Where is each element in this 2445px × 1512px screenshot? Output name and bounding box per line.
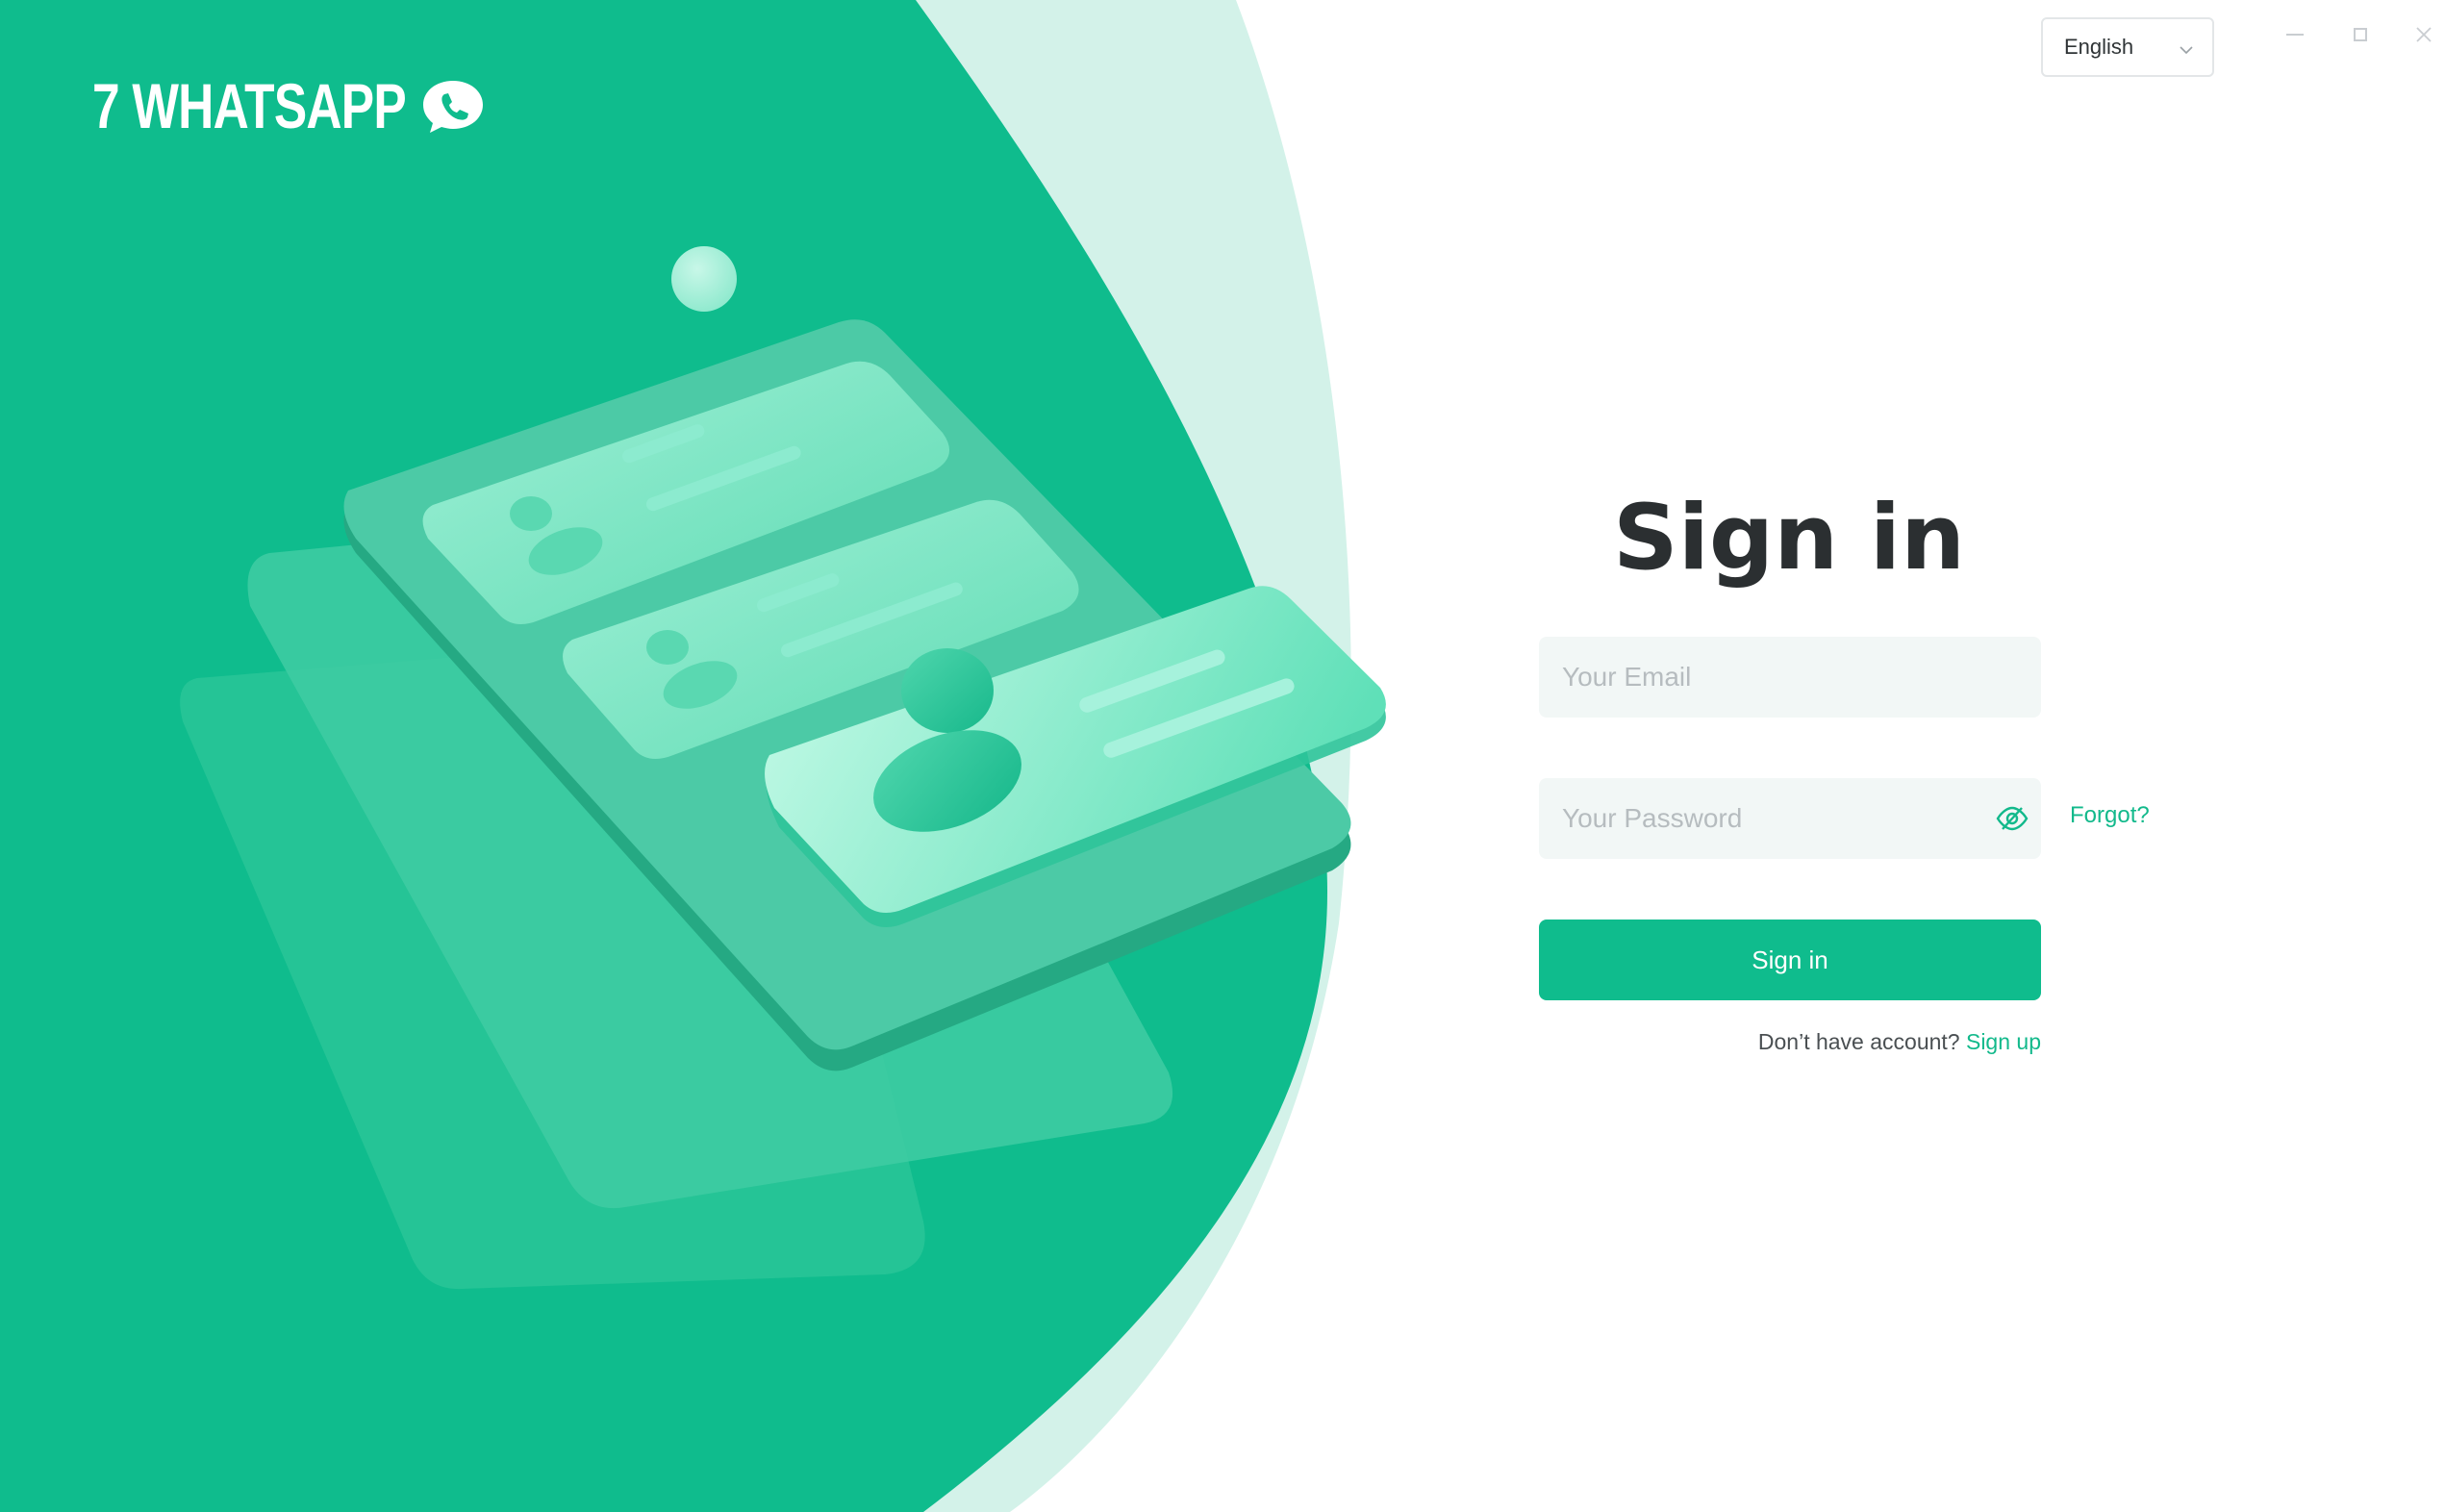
chat-card-2-avatar-head [646, 630, 689, 665]
eye-off-icon[interactable] [1995, 803, 2029, 834]
password-field[interactable] [1539, 778, 2041, 859]
sign-in-button[interactable]: Sign in [1539, 920, 2041, 1000]
signup-prompt-row: Don’t have account? Sign up [1539, 1029, 2041, 1055]
floating-ball [671, 246, 737, 312]
phone-chat-icon [423, 81, 483, 133]
close-icon [2416, 27, 2432, 42]
brand-name: 7 WHATSAPP [92, 70, 407, 141]
minimize-icon [2286, 34, 2304, 36]
window-minimize-button[interactable] [2276, 17, 2314, 52]
window-close-button[interactable] [2405, 17, 2443, 52]
front-avatar-head [901, 648, 994, 733]
password-input[interactable] [1539, 778, 2041, 859]
page-title: Sign in [1613, 486, 1965, 591]
email-field[interactable] [1539, 637, 2041, 718]
language-select[interactable]: English [2041, 17, 2214, 77]
window-maximize-button[interactable] [2341, 17, 2380, 52]
language-selected-label: English [2064, 35, 2134, 59]
background-illustration [0, 0, 1386, 1512]
chevron-down-icon [2180, 46, 2193, 55]
sign-up-link[interactable]: Sign up [1966, 1029, 2041, 1054]
signup-prompt-text: Don’t have account? [1757, 1029, 1960, 1054]
login-window: 7 WHATSAPP English Sign in Forgot? Sign … [0, 0, 2445, 1512]
forgot-password-link[interactable]: Forgot? [2070, 802, 2150, 829]
brand-logo: 7 WHATSAPP [92, 67, 494, 144]
email-input[interactable] [1539, 637, 2041, 718]
maximize-icon [2354, 28, 2367, 41]
chat-card-1-avatar-head [510, 496, 552, 531]
